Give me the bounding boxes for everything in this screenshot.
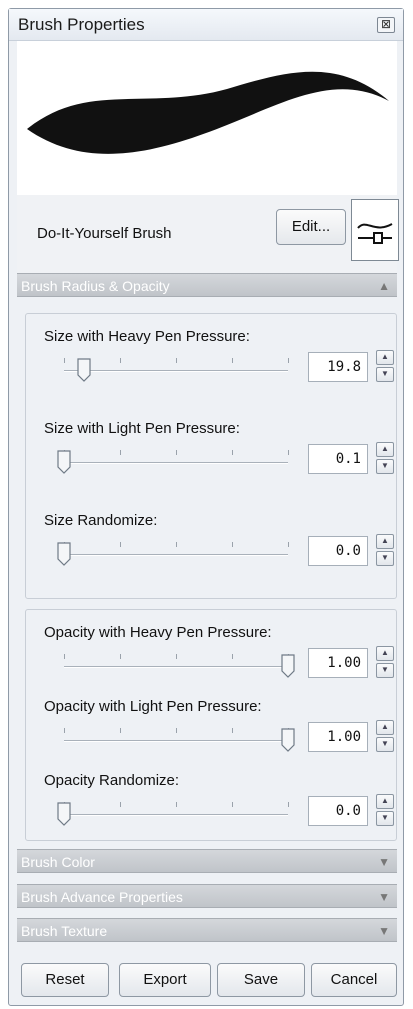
spin-down-icon[interactable]: ▼ [376,737,394,752]
brush-stroke-preview [17,41,397,195]
size-settings-group: Size with Heavy Pen Pressure: 19.8 ▲ ▼ Size … [25,313,397,599]
slider-tick [232,450,233,455]
value-input[interactable]: 0.1 [308,444,368,474]
slider-label: Size Randomize: [44,512,158,529]
slider-tick [120,450,121,455]
slider-track[interactable] [64,370,288,372]
slider-tick [288,802,289,807]
slider-track[interactable] [64,740,288,742]
brush-stroke-icon [357,223,393,244]
brush-name: Do-It-Yourself Brush [37,225,172,242]
expand-arrow-icon: ▼ [378,890,390,904]
expand-arrow-icon: ▼ [378,924,390,938]
slider-label: Size with Light Pen Pressure: [44,420,240,437]
slider-thumb[interactable] [57,802,71,826]
value-spinner[interactable]: ▲ ▼ [376,442,394,474]
slider-tick [120,802,121,807]
spin-down-icon[interactable]: ▼ [376,663,394,678]
slider-track[interactable] [64,554,288,556]
value-spinner[interactable]: ▲ ▼ [376,646,394,678]
section-label: Brush Radius & Opacity [21,278,170,294]
slider-tick [64,358,65,363]
slider-tick [176,728,177,733]
close-button[interactable]: ⊠ [377,17,395,33]
export-button[interactable]: Export [119,963,211,997]
value-spinner[interactable]: ▲ ▼ [376,350,394,382]
slider-thumb[interactable] [281,654,295,678]
spin-up-icon[interactable]: ▲ [376,534,394,549]
value-input[interactable]: 19.8 [308,352,368,382]
spin-down-icon[interactable]: ▼ [376,367,394,382]
spin-down-icon[interactable]: ▼ [376,811,394,826]
opacity-settings-group: Opacity with Heavy Pen Pressure: 1.00 ▲ ▼ Op… [25,609,397,841]
expand-arrow-icon: ▼ [378,855,390,869]
spin-up-icon[interactable]: ▲ [376,720,394,735]
slider-tick [176,802,177,807]
value-input[interactable]: 1.00 [308,722,368,752]
spin-down-icon[interactable]: ▼ [376,459,394,474]
collapse-arrow-icon: ▲ [378,279,390,293]
spin-down-icon[interactable]: ▼ [376,551,394,566]
spin-up-icon[interactable]: ▲ [376,794,394,809]
cancel-button[interactable]: Cancel [311,963,397,997]
value-input[interactable]: 0.0 [308,796,368,826]
slider-tick [232,654,233,659]
slider-track[interactable] [64,462,288,464]
slider-tick [64,728,65,733]
slider-tick [232,728,233,733]
slider-track[interactable] [64,666,288,668]
brush-properties-window: Brush Properties ⊠ Do-It-Yourself Brush … [8,8,404,1006]
slider-thumb[interactable] [281,728,295,752]
save-button[interactable]: Save [217,963,305,997]
slider-tick [176,358,177,363]
slider-tick [176,654,177,659]
slider-tick [120,654,121,659]
slider-tick [288,542,289,547]
slider-tick [288,450,289,455]
slider-thumb[interactable] [57,542,71,566]
edit-button[interactable]: Edit... [276,209,346,245]
slider-tick [64,654,65,659]
window-title: Brush Properties [18,15,145,34]
slider-tick [120,358,121,363]
value-spinner[interactable]: ▲ ▼ [376,794,394,826]
slider-label: Opacity Randomize: [44,772,180,789]
slider-tick [176,450,177,455]
section-header-brush-color[interactable]: Brush Color ▼ [17,849,397,873]
brush-stroke-preview-image [27,71,389,154]
slider-label: Opacity with Light Pen Pressure: [44,698,262,715]
slider-tick [120,728,121,733]
slider-label: Opacity with Heavy Pen Pressure: [44,624,272,641]
slider-track[interactable] [64,814,288,816]
slider-thumb[interactable] [77,358,91,382]
section-header-advanced[interactable]: Brush Advance Properties ▼ [17,884,397,908]
slider-tick [232,542,233,547]
value-spinner[interactable]: ▲ ▼ [376,720,394,752]
spin-up-icon[interactable]: ▲ [376,646,394,661]
slider-thumb[interactable] [57,450,71,474]
value-spinner[interactable]: ▲ ▼ [376,534,394,566]
reset-button[interactable]: Reset [21,963,109,997]
section-label: Brush Advance Properties [21,889,183,905]
value-input[interactable]: 0.0 [308,536,368,566]
slider-tick [232,358,233,363]
value-input[interactable]: 1.00 [308,648,368,678]
spin-up-icon[interactable]: ▲ [376,442,394,457]
slider-label: Size with Heavy Pen Pressure: [44,328,250,345]
spin-up-icon[interactable]: ▲ [376,350,394,365]
section-header-radius-opacity[interactable]: Brush Radius & Opacity ▲ [17,273,397,297]
section-label: Brush Texture [21,923,108,939]
slider-tick [120,542,121,547]
section-label: Brush Color [21,854,95,870]
slider-tick [176,542,177,547]
slider-tick [288,358,289,363]
brush-type-button[interactable] [351,199,399,261]
title-bar: Brush Properties ⊠ [9,9,403,41]
section-header-texture[interactable]: Brush Texture ▼ [17,918,397,942]
brush-type-row: Do-It-Yourself Brush Edit... [17,195,399,273]
slider-tick [232,802,233,807]
